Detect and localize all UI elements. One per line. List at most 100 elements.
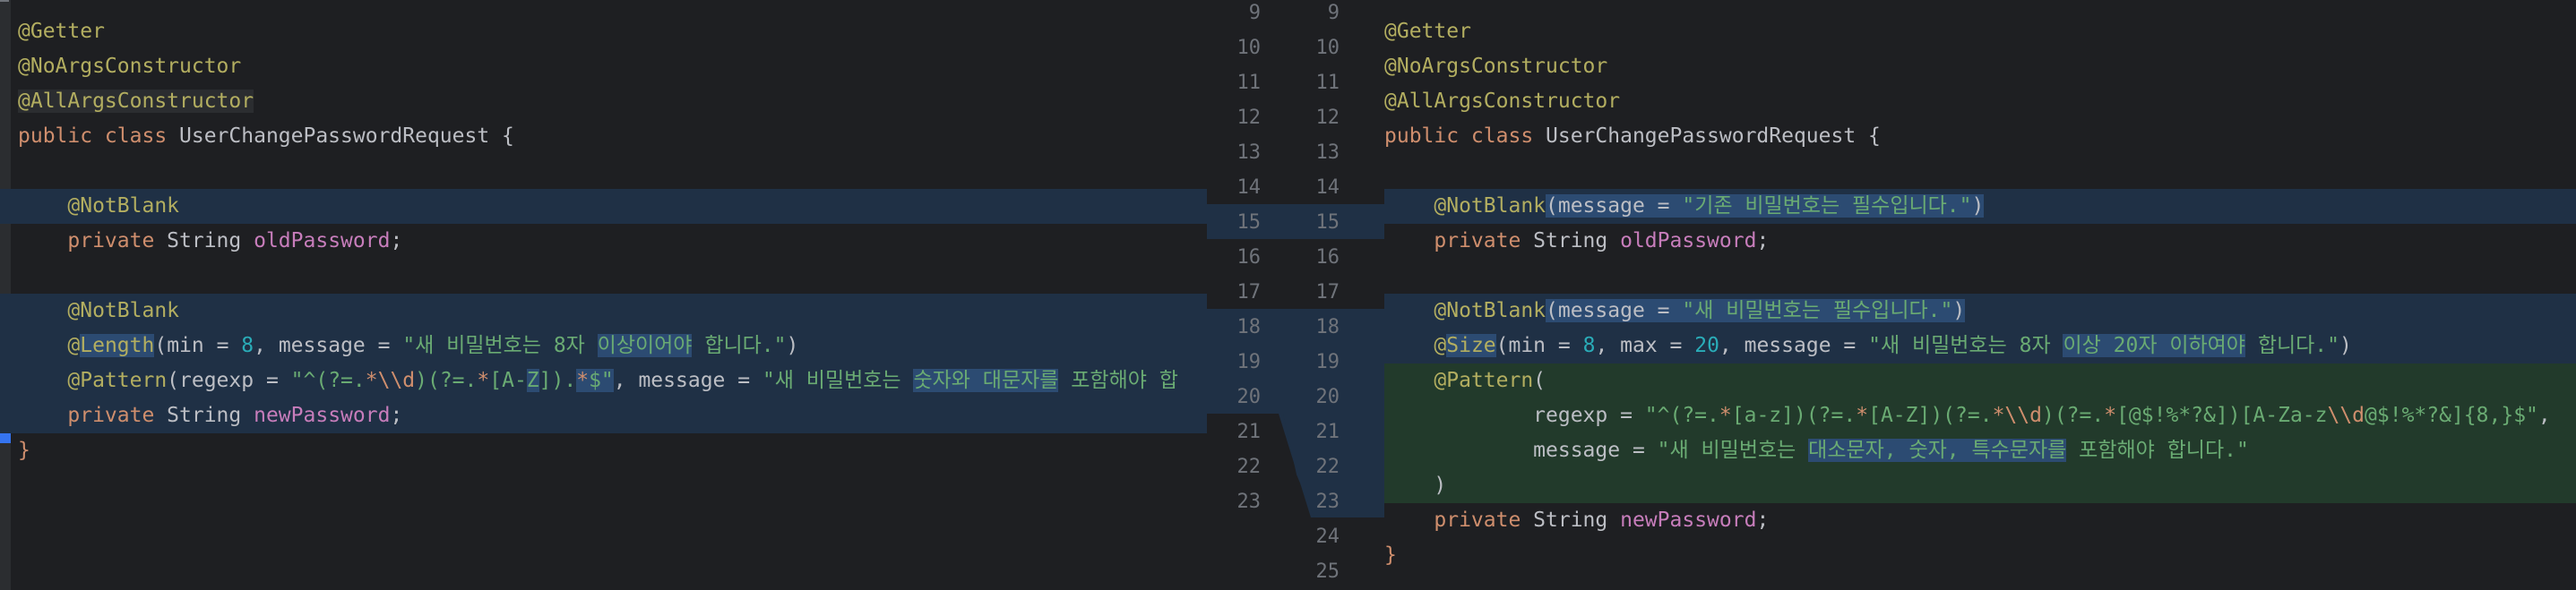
right-code-line[interactable]: message = "새 비밀번호는 대소문자, 숫자, 특수문자를 포함해야 … [1384,432,2576,468]
left-line-number: 23 [1236,491,1262,513]
code-token: private [18,228,168,252]
code-token: 대소문자, 숫자, 특수문자를 [1808,438,2067,462]
code-token: ) [786,333,799,357]
left-editor-pane[interactable]: @Getter @NoArgsConstructor @AllArgsConstru… [0,0,1207,590]
left-code-line[interactable]: private String newPassword; [0,398,1207,433]
code-token: @NoArgsConstructor [18,54,242,78]
code-token: , max = [1595,333,1695,357]
code-token: } [1384,543,1397,567]
code-token: ) [2339,333,2352,357]
left-line-number: 9 [1248,2,1261,24]
right-code-line[interactable]: @Size(min = 8, max = 20, message = "새 비밀… [1384,328,2576,363]
code-text: } [18,433,30,468]
code-token: @AllArgsConstructor [1384,89,1621,113]
right-code-line[interactable]: @NoArgsConstructor [1384,49,2576,84]
right-code-line[interactable]: public class UserChangePasswordRequest { [1384,119,2576,154]
right-code-line[interactable]: } [1384,538,2576,573]
left-code-line[interactable]: @NotBlank [0,188,1207,224]
code-token: 포함해야 합니다." [2066,438,2249,462]
left-code-line[interactable]: } [0,433,1207,468]
left-line-number: 21 [1236,421,1262,443]
left-code-line[interactable]: @Length(min = 8, message = "새 비밀번호는 8자 이… [0,328,1207,363]
left-code-line[interactable] [0,259,1207,294]
code-text: @Length(min = 8, message = "새 비밀번호는 8자 이… [18,329,798,363]
code-token: *\\d [1992,403,2042,427]
code-token: ]). [538,368,577,392]
left-code-line[interactable]: @Pattern(regexp = "^(?=.*\\d)(?=.*[A-Z])… [0,363,1207,398]
right-line-number: 11 [1315,72,1340,94]
code-token: ) [1384,473,1447,497]
code-token: oldPassword [254,228,391,252]
code-token: )(?=. [415,368,478,392]
scroll-top-marker [0,0,9,2]
code-token: (message = [1546,193,1683,218]
code-token: ( [1533,368,1546,392]
code-token: "새 비밀번호는 [1657,438,1809,462]
code-token: "기존 비밀번호는 필수입니다." [1682,193,1972,218]
code-token: UserChangePasswordRequest { [179,124,514,148]
code-token: [A- [489,368,527,392]
code-token: @NoArgsConstructor [1384,54,1608,78]
code-token: @NotBlank [18,193,180,218]
code-token: 포함해야 합 [1058,368,1178,392]
code-token: 이상 20자 이하여야 [2063,333,2245,357]
code-token: 이상이어야 [597,333,693,357]
code-token: @NotBlank [1384,193,1546,218]
code-token: * [477,368,490,392]
code-token: 합니다." [2244,333,2339,357]
code-token: 20 [1694,333,1719,357]
left-code-line[interactable]: @AllArgsConstructor [0,84,1207,119]
code-text: @NotBlank [18,294,179,329]
code-token: , message = [1719,333,1869,357]
code-token: Size [1446,333,1496,357]
left-line-number: 20 [1236,386,1262,408]
code-token: * [576,368,590,392]
code-token: ) [1952,298,1966,322]
right-editor-pane[interactable]: @Getter @NoArgsConstructor @AllArgsConstru… [1384,0,2576,590]
code-text: @Pattern( [1384,363,1546,398]
code-text: @Getter [1384,14,1471,49]
code-token: @Pattern [18,368,168,392]
code-token: , message = [254,333,403,357]
left-code-line[interactable]: @Getter [0,14,1207,49]
code-token: [@$!%*?&])[A-Za-z [2116,403,2328,427]
code-token: Z [526,368,539,392]
code-text: private String newPassword; [18,398,402,433]
right-line-number: 19 [1315,351,1340,373]
left-code-line[interactable]: @NotBlank [0,293,1207,329]
left-code-line[interactable]: private String oldPassword; [0,224,1207,259]
right-line-number: 18 [1315,316,1340,338]
left-code-line[interactable]: @NoArgsConstructor [0,49,1207,84]
right-line-number: 22 [1315,456,1340,478]
right-code-line[interactable]: @NotBlank(message = "기존 비밀번호는 필수입니다.") [1384,188,2576,224]
code-token: @Getter [1384,19,1471,43]
left-code-line[interactable]: public class UserChangePasswordRequest { [0,119,1207,154]
right-code-line[interactable] [1384,259,2576,294]
right-code-line[interactable]: @NotBlank(message = "새 비밀번호는 필수입니다.") [1384,293,2576,329]
code-token: * [2104,403,2117,427]
right-code-line[interactable]: private String newPassword; [1384,503,2576,538]
right-code-line[interactable]: ) [1384,467,2576,503]
right-line-number: 16 [1315,246,1340,269]
code-token: UserChangePasswordRequest { [1546,124,1881,148]
right-code-line[interactable]: @AllArgsConstructor [1384,84,2576,119]
code-text: @Size(min = 8, max = 20, message = "새 비밀… [1384,329,2352,363]
right-code-line[interactable] [1384,154,2576,189]
code-token: public class [1384,124,1546,148]
left-line-number: 10 [1236,37,1262,59]
code-token: *\\d [365,368,416,392]
code-text: @NoArgsConstructor [1384,49,1607,84]
left-line-number: 12 [1236,107,1262,129]
right-code-line[interactable]: regexp = "^(?=.*[a-z])(?=.*[A-Z])(?=.*\\… [1384,398,2576,433]
right-line-number: 15 [1315,211,1340,234]
code-token: "^(?=. [1644,403,1719,427]
code-token: 8 [1582,333,1596,357]
code-text: } [1384,538,1397,573]
right-code-line[interactable]: private String oldPassword; [1384,224,2576,259]
code-token: 합니다." [692,333,787,357]
code-token: @NotBlank [1384,298,1546,322]
left-code-line[interactable] [0,154,1207,189]
right-code-line[interactable]: @Getter [1384,14,2576,49]
right-code-line[interactable]: @Pattern( [1384,363,2576,398]
left-line-number: 22 [1236,456,1262,478]
